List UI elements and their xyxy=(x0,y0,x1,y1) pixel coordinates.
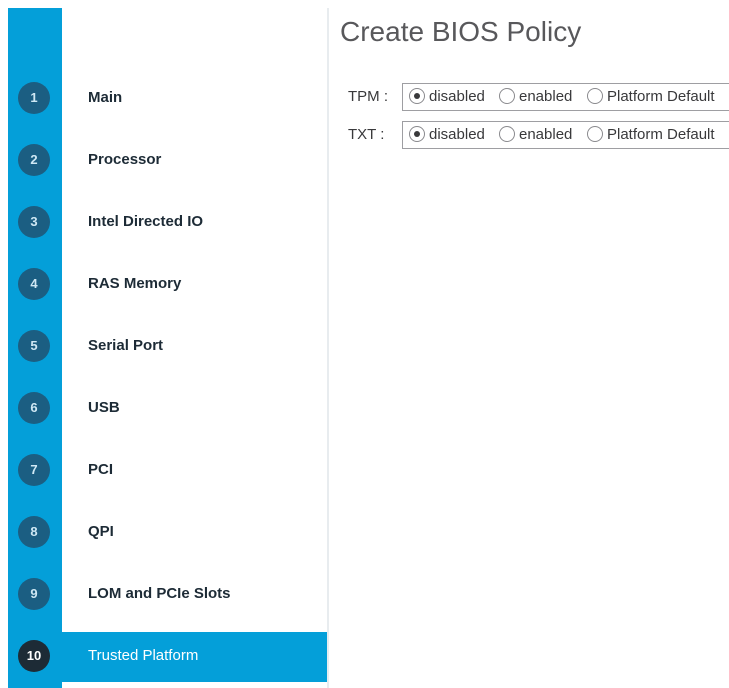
step-number: 10 xyxy=(18,640,50,672)
wizard-steps: 1 Main 2 Processor 3 Intel Directed IO 4… xyxy=(0,0,330,688)
step-trusted-platform[interactable]: 10 Trusted Platform xyxy=(8,632,327,682)
radio-unchecked-icon[interactable] xyxy=(499,88,515,104)
radio-label: enabled xyxy=(519,126,573,143)
step-number: 7 xyxy=(18,454,50,486)
radio-unchecked-icon[interactable] xyxy=(587,126,603,142)
step-qpi[interactable]: 8 QPI xyxy=(8,508,327,558)
tpm-label: TPM : xyxy=(348,88,388,105)
step-label: QPI xyxy=(88,523,114,540)
radio-label: Platform Default xyxy=(607,126,715,143)
step-label: USB xyxy=(88,399,120,416)
txt-field: TXT : disabled enabled Platform Default xyxy=(348,121,729,149)
step-lom-pcie-slots[interactable]: 9 LOM and PCIe Slots xyxy=(8,570,327,620)
step-label: Main xyxy=(88,89,123,106)
txt-radio-group: disabled enabled Platform Default xyxy=(402,121,729,149)
radio-label: disabled xyxy=(429,126,485,143)
radio-label: disabled xyxy=(429,88,485,105)
step-processor[interactable]: 2 Processor xyxy=(8,136,327,186)
step-pci[interactable]: 7 PCI xyxy=(8,446,327,496)
tpm-radio-group: disabled enabled Platform Default xyxy=(402,83,729,111)
step-label: Serial Port xyxy=(88,337,164,354)
step-number: 8 xyxy=(18,516,50,548)
tpm-field: TPM : disabled enabled Platform Default xyxy=(348,83,729,111)
step-label: PCI xyxy=(88,461,114,478)
step-label: RAS Memory xyxy=(88,275,182,292)
step-number: 3 xyxy=(18,206,50,238)
step-number: 5 xyxy=(18,330,50,362)
radio-label: Platform Default xyxy=(607,88,715,105)
step-intel-directed-io[interactable]: 3 Intel Directed IO xyxy=(8,198,327,248)
radio-unchecked-icon[interactable] xyxy=(587,88,603,104)
page-title: Create BIOS Policy xyxy=(340,16,582,47)
wizard-panel: 1 Main 2 Processor 3 Intel Directed IO 4… xyxy=(0,0,330,688)
step-number: 2 xyxy=(18,144,50,176)
step-label: LOM and PCIe Slots xyxy=(88,585,231,602)
radio-unchecked-icon[interactable] xyxy=(499,126,515,142)
step-main[interactable]: 1 Main xyxy=(8,74,327,124)
step-number: 9 xyxy=(18,578,50,610)
radio-checked-icon[interactable] xyxy=(409,126,425,142)
step-label: Intel Directed IO xyxy=(88,213,204,230)
txt-label: TXT : xyxy=(348,126,385,143)
radio-label: enabled xyxy=(519,88,573,105)
step-number: 6 xyxy=(18,392,50,424)
step-usb[interactable]: 6 USB xyxy=(8,384,327,434)
bios-policy-wizard: 1 Main 2 Processor 3 Intel Directed IO 4… xyxy=(0,0,729,688)
content-area: Create BIOS Policy TPM : disabled enable… xyxy=(340,0,729,688)
step-number: 4 xyxy=(18,268,50,300)
step-label: Processor xyxy=(88,151,162,168)
step-ras-memory[interactable]: 4 RAS Memory xyxy=(8,260,327,310)
step-serial-port[interactable]: 5 Serial Port xyxy=(8,322,327,372)
step-label: Trusted Platform xyxy=(88,647,199,664)
step-number: 1 xyxy=(18,82,50,114)
radio-checked-icon[interactable] xyxy=(409,88,425,104)
